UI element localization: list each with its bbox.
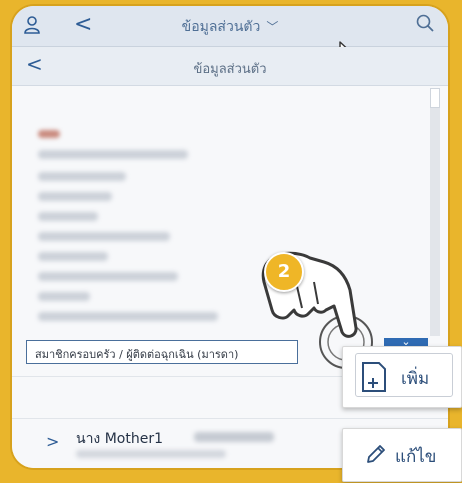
edit-button[interactable]: แก้ไข — [342, 428, 462, 482]
redacted-field — [38, 192, 112, 201]
chevron-down-icon: ﹀ — [266, 20, 279, 34]
pencil-icon — [367, 445, 385, 463]
step-number-badge: 2 — [264, 252, 304, 292]
redacted-field — [38, 172, 126, 181]
sub-navigation-bar: < ข้อมูลส่วนตัว — [12, 47, 448, 86]
scrollbar-thumb[interactable] — [430, 88, 440, 108]
family-section-label: สมาชิกครอบครัว / ผู้ติดต่อฉุกเฉิน (มารดา… — [35, 348, 239, 361]
add-document-icon — [362, 362, 386, 392]
redacted-field — [38, 272, 178, 281]
search-icon[interactable] — [416, 14, 434, 32]
redacted-field — [38, 312, 218, 321]
scrollbar[interactable] — [430, 88, 440, 336]
redacted-field — [38, 212, 98, 221]
redacted-field — [38, 150, 188, 159]
page-title-dropdown[interactable]: ข้อมูลส่วนตัว ﹀ — [12, 16, 448, 38]
top-navigation-bar: < ข้อมูลส่วนตัว ﹀ — [12, 6, 448, 47]
page-title: ข้อมูลส่วนตัว — [181, 19, 261, 35]
redacted-field — [194, 432, 274, 442]
chevron-right-icon[interactable]: > — [46, 432, 59, 451]
add-button-label: เพิ่ม — [401, 369, 430, 389]
redacted-field — [38, 232, 170, 241]
divider — [12, 418, 448, 419]
redacted-field — [76, 450, 226, 458]
add-button[interactable]: เพิ่ม — [342, 346, 462, 408]
family-member-name[interactable]: นาง Mother1 — [76, 428, 163, 450]
edit-button-label: แก้ไข — [395, 447, 437, 467]
redacted-avatar — [38, 130, 60, 138]
redacted-field — [38, 292, 90, 301]
section-title: ข้อมูลส่วนตัว — [193, 62, 267, 77]
redacted-field — [38, 252, 108, 261]
